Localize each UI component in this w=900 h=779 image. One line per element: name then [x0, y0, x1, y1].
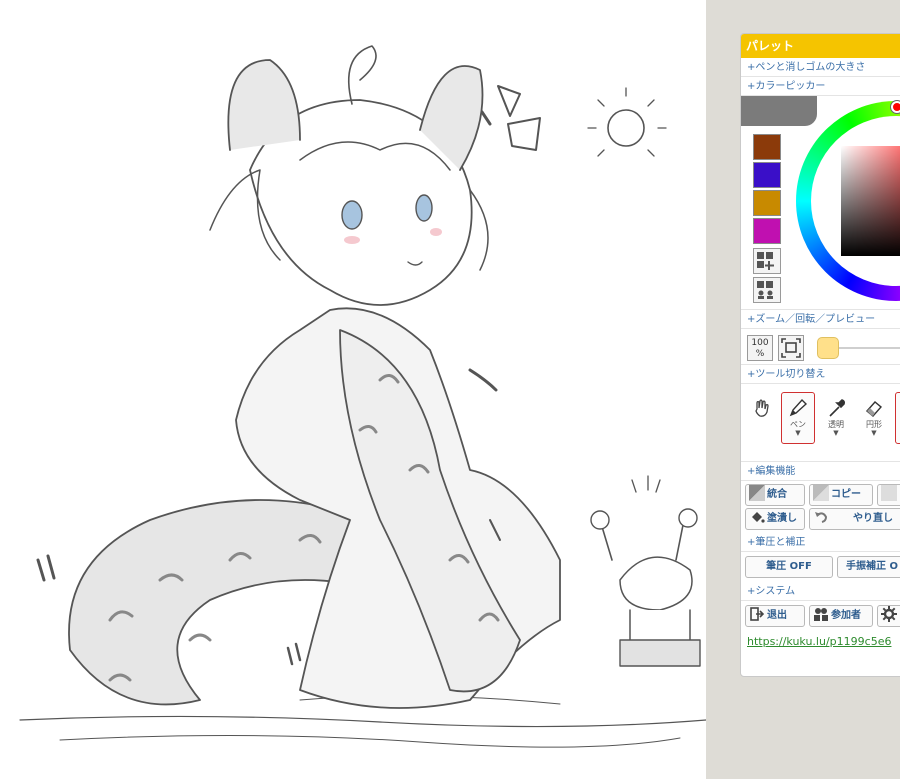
tool-switch-row: ペン ▼ 透明 ▼ 円形 ▼ [741, 384, 900, 462]
saturation-value-square[interactable] [841, 146, 900, 256]
tool-eraser-dropdown-icon[interactable]: ▼ [858, 429, 890, 437]
section-edit[interactable]: +編集機能 [741, 462, 900, 481]
swatch-settings-button[interactable] [753, 277, 781, 303]
exit-door-icon [749, 606, 765, 622]
copy-icon [813, 485, 829, 501]
stabilizer-button[interactable]: 手振補正 O [837, 556, 900, 578]
tool-eraser[interactable]: 円形 ▼ [857, 392, 891, 444]
tool-pen[interactable]: ペン ▼ [781, 392, 815, 444]
section-system[interactable]: +システム [741, 582, 900, 601]
tool-pen-label: ペン [790, 420, 806, 429]
exit-button[interactable]: 退出 [745, 605, 805, 627]
fill-button[interactable]: 塗潰し [745, 508, 805, 530]
color-swatch-gold[interactable] [753, 190, 781, 216]
zoom-controls: 100 % [741, 329, 900, 365]
users-icon [813, 606, 829, 622]
color-swatch-blue[interactable] [753, 162, 781, 188]
settings-button[interactable] [877, 605, 900, 627]
current-color-tab [741, 96, 817, 126]
copy-label: コピー [831, 489, 861, 500]
pressure-off-button[interactable]: 筆圧 OFF [745, 556, 833, 578]
share-link[interactable]: https://kuku.lu/p1199c5e6 [741, 631, 900, 653]
undo-arrow-icon [813, 509, 829, 525]
gear-icon [881, 606, 897, 622]
copy-button[interactable]: コピー [809, 484, 873, 506]
exit-label: 退出 [767, 610, 787, 621]
edit-row-2: 塗潰し やり直し [741, 507, 900, 533]
zoom-level-button[interactable]: 100 % [747, 335, 773, 361]
tool-dropper[interactable]: 透明 ▼ [819, 392, 853, 444]
tool-dropper-dropdown-icon[interactable]: ▼ [820, 429, 852, 437]
participants-button[interactable]: 参加者 [809, 605, 873, 627]
pressure-off-label: 筆圧 OFF [766, 561, 812, 572]
add-swatch-button[interactable] [753, 248, 781, 274]
redo-button[interactable]: やり直し [809, 508, 900, 530]
stabilizer-label: 手振補正 O [846, 561, 898, 572]
section-pen-eraser-size[interactable]: +ペンと消しゴムの大きさ [741, 58, 900, 77]
paste-button[interactable] [877, 484, 900, 506]
fit-screen-icon [781, 338, 801, 358]
system-row: 退出 参加者 [741, 601, 900, 631]
dropper-icon [829, 399, 846, 417]
grid-add-icon [757, 252, 774, 270]
fill-label: 塗潰し [767, 513, 797, 524]
merge-button[interactable]: 統合 [745, 484, 805, 506]
palette-title[interactable]: パレット [741, 34, 900, 58]
merge-icon [749, 485, 765, 501]
participants-label: 参加者 [831, 610, 861, 621]
drawing-canvas[interactable] [0, 0, 706, 779]
hue-marker[interactable] [891, 101, 900, 113]
palette-panel: パレット +ペンと消しゴムの大きさ +カラーピッカー +ズーム／回転／プレビュー… [740, 33, 900, 677]
section-tool-switch[interactable]: +ツール切り替え [741, 365, 900, 384]
zoom-slider-track[interactable] [839, 347, 900, 349]
color-picker-area [741, 96, 900, 310]
redo-label: やり直し [853, 513, 893, 524]
tool-eraser-label: 円形 [866, 420, 882, 429]
color-swatch-magenta[interactable] [753, 218, 781, 244]
tool-pen-dropdown-icon[interactable]: ▼ [782, 429, 814, 437]
section-color-picker[interactable]: +カラーピッカー [741, 77, 900, 96]
section-zoom[interactable]: +ズーム／回転／プレビュー [741, 310, 900, 329]
tool-hand[interactable] [745, 392, 779, 444]
edit-row-1: 統合 コピー [741, 481, 900, 507]
tool-extra[interactable] [895, 392, 900, 444]
grid-users-icon [757, 281, 773, 299]
tool-dropper-label: 透明 [828, 420, 844, 429]
paste-icon [881, 485, 897, 501]
pen-icon [789, 398, 808, 417]
eraser-icon [865, 401, 883, 417]
hand-icon [755, 399, 769, 417]
section-pressure[interactable]: +筆圧と補正 [741, 533, 900, 552]
color-swatch-brown[interactable] [753, 134, 781, 160]
zoom-level-unit: % [755, 349, 765, 359]
sketch-illustration [19, 45, 706, 748]
merge-label: 統合 [767, 489, 787, 500]
zoom-level-value: 100 [751, 338, 769, 348]
fit-screen-button[interactable] [778, 335, 804, 361]
bucket-icon [749, 509, 765, 525]
zoom-slider-knob[interactable] [817, 337, 839, 359]
pressure-row: 筆圧 OFF 手振補正 O [741, 552, 900, 582]
app-window: パレット +ペンと消しゴムの大きさ +カラーピッカー +ズーム／回転／プレビュー… [0, 0, 900, 779]
